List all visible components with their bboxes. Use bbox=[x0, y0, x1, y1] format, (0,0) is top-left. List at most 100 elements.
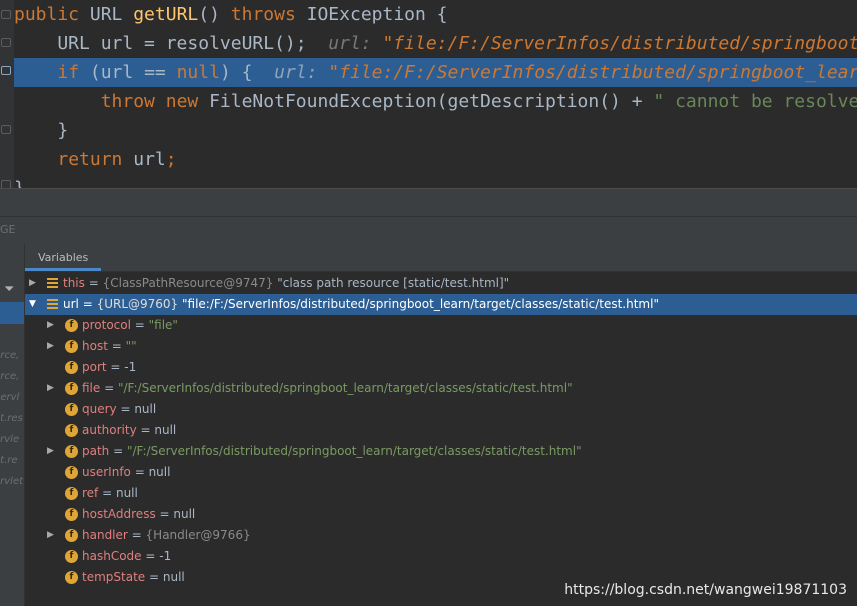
code-token: if bbox=[57, 62, 80, 83]
code-line-4[interactable]: throw new FileNotFoundException(getDescr… bbox=[14, 87, 857, 116]
equals-sign: = bbox=[130, 465, 149, 479]
variable-text: port = -1 bbox=[82, 357, 136, 378]
local-variable-icon bbox=[47, 278, 58, 289]
code-line-2[interactable]: URL url = resolveURL(); url: "file:/F:/S… bbox=[14, 29, 857, 58]
variable-row-port[interactable]: f port = -1 bbox=[25, 357, 857, 378]
code-line-3-current[interactable]: if (url == null) { url: "file:/F:/Server… bbox=[14, 58, 857, 87]
expand-arrow-icon[interactable]: ▶ bbox=[47, 336, 54, 357]
frame-item[interactable]: urce, bbox=[0, 350, 19, 361]
collapse-arrow-icon[interactable]: ▼ bbox=[29, 294, 36, 315]
variable-name: ref bbox=[82, 486, 99, 500]
code-token: null bbox=[176, 62, 220, 83]
variable-text: userInfo = null bbox=[82, 462, 170, 483]
variable-name: url bbox=[63, 297, 79, 311]
variable-row-ref[interactable]: f ref = null bbox=[25, 483, 857, 504]
variable-value: null bbox=[148, 465, 171, 479]
frame-item[interactable]: Servl bbox=[0, 392, 19, 403]
equals-sign: = bbox=[100, 381, 118, 395]
expand-arrow-icon[interactable]: ▶ bbox=[47, 441, 54, 462]
variable-row-handler[interactable]: ▶ f handler = {Handler@9766} bbox=[25, 525, 857, 546]
field-icon: f bbox=[65, 508, 78, 521]
frames-panel[interactable]: ⏷ urce, urce, Servl et.res ervle et.re e… bbox=[0, 244, 25, 606]
variable-text: authority = null bbox=[82, 420, 176, 441]
variable-row-hostAddress[interactable]: f hostAddress = null bbox=[25, 504, 857, 525]
field-icon: f bbox=[65, 403, 78, 416]
fold-marker-icon[interactable] bbox=[1, 125, 11, 134]
field-icon: f bbox=[65, 487, 78, 500]
code-token: ; bbox=[165, 149, 177, 170]
variable-row-path[interactable]: ▶ f path = "/F:/ServerInfos/distributed/sp… bbox=[25, 441, 857, 462]
panel-label-fragment: GE bbox=[0, 223, 16, 236]
variable-text: protocol = "file" bbox=[82, 315, 178, 336]
equals-sign: = bbox=[141, 549, 160, 563]
variable-row-this[interactable]: ▶ this = {ClassPathResource@9747} "class… bbox=[25, 273, 857, 294]
code-token: new bbox=[165, 91, 199, 112]
field-icon: f bbox=[65, 466, 78, 479]
filter-icon[interactable]: ⏷ bbox=[4, 282, 14, 297]
variable-value: null bbox=[115, 486, 138, 500]
variable-row-query[interactable]: f query = null bbox=[25, 399, 857, 420]
code-line-5[interactable]: } bbox=[14, 116, 857, 145]
variable-value: null bbox=[173, 507, 196, 521]
fold-marker-icon[interactable] bbox=[1, 180, 11, 188]
fold-marker-icon[interactable] bbox=[1, 10, 11, 19]
variable-value: null bbox=[154, 423, 177, 437]
variable-name: tempState bbox=[82, 570, 146, 584]
code-line-1[interactable]: public URL getURL() throws IOException { bbox=[14, 0, 857, 29]
expand-arrow-icon[interactable]: ▶ bbox=[47, 378, 54, 399]
breakpoint-marker-icon[interactable] bbox=[1, 66, 11, 75]
equals-sign: = bbox=[107, 339, 126, 353]
variable-value: "" bbox=[125, 339, 137, 353]
inline-debug-value: "file:/F:/ServerInfos/distributed/spring… bbox=[382, 33, 857, 54]
fold-marker-icon[interactable] bbox=[1, 38, 11, 47]
expand-arrow-icon[interactable]: ▶ bbox=[29, 273, 36, 294]
frame-item-selected[interactable] bbox=[0, 302, 24, 324]
equals-sign: = bbox=[98, 486, 116, 500]
variable-text: path = "/F:/ServerInfos/distributed/spri… bbox=[82, 441, 582, 462]
frame-item[interactable]: ervle bbox=[0, 434, 19, 445]
code-token: " cannot be resolved to URL" bbox=[653, 91, 857, 112]
frame-item[interactable]: ervlet bbox=[0, 476, 23, 487]
variable-row-url[interactable]: ▼ url = {URL@9760} "file:/F:/ServerInfos… bbox=[25, 294, 857, 315]
variable-row-authority[interactable]: f authority = null bbox=[25, 420, 857, 441]
editor-gutter[interactable] bbox=[0, 0, 14, 188]
variable-row-file[interactable]: ▶ f file = "/F:/ServerInfos/distributed/sp… bbox=[25, 378, 857, 399]
frame-item[interactable]: et.res bbox=[0, 413, 23, 424]
variable-text: tempState = null bbox=[82, 567, 185, 588]
code-token: public bbox=[14, 4, 80, 25]
frame-item[interactable]: urce, bbox=[0, 371, 19, 382]
field-icon: f bbox=[65, 319, 78, 332]
field-icon: f bbox=[65, 550, 78, 563]
tab-variables[interactable]: Variables bbox=[25, 244, 102, 271]
variable-name: file bbox=[82, 381, 101, 395]
code-token: getURL bbox=[133, 4, 199, 25]
equals-sign: = bbox=[145, 570, 163, 584]
code-token: } bbox=[14, 120, 69, 141]
variable-value: null bbox=[162, 570, 185, 584]
variables-tree[interactable]: ▶ this = {ClassPathResource@9747} "class… bbox=[25, 272, 857, 606]
field-icon: f bbox=[65, 340, 78, 353]
variable-row-hashCode[interactable]: f hashCode = -1 bbox=[25, 546, 857, 567]
variable-text: hashCode = -1 bbox=[82, 546, 171, 567]
variable-text: url = {URL@9760} "file:/F:/ServerInfos/d… bbox=[63, 294, 659, 315]
variable-row-userInfo[interactable]: f userInfo = null bbox=[25, 462, 857, 483]
code-line-6[interactable]: return url; bbox=[14, 145, 857, 174]
variable-text: ref = null bbox=[82, 483, 138, 504]
code-token: URL url = resolveURL(); bbox=[14, 33, 329, 54]
code-token: IOException { bbox=[295, 4, 448, 25]
expand-arrow-icon[interactable]: ▶ bbox=[47, 525, 54, 546]
variable-row-host[interactable]: ▶ f host = "" bbox=[25, 336, 857, 357]
variable-name: this bbox=[63, 276, 85, 290]
equals-sign: = bbox=[106, 360, 125, 374]
code-token: ) { bbox=[219, 62, 275, 83]
variable-value: -1 bbox=[159, 549, 172, 563]
code-line-7[interactable]: } bbox=[14, 174, 857, 188]
code-editor[interactable]: public URL getURL() throws IOException {… bbox=[0, 0, 857, 188]
inline-debug-value: "file:/F:/ServerInfos/distributed/spring… bbox=[328, 62, 857, 83]
variable-value: "class path resource [static/test.html]" bbox=[277, 276, 510, 290]
expand-arrow-icon[interactable]: ▶ bbox=[47, 315, 54, 336]
frame-item[interactable]: et.re bbox=[0, 455, 18, 466]
variable-row-protocol[interactable]: ▶ f protocol = "file" bbox=[25, 315, 857, 336]
field-icon: f bbox=[65, 361, 78, 374]
